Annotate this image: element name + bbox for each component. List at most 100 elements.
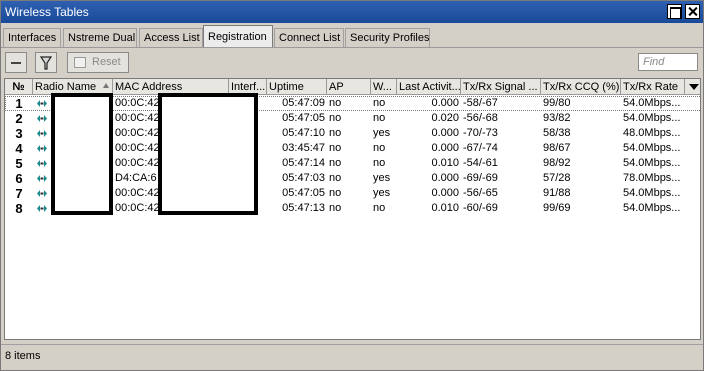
column-chooser-button[interactable] xyxy=(685,79,700,95)
wds-cell: no xyxy=(373,142,386,154)
uptime-cell: 05:47:05 xyxy=(282,187,325,199)
header-rate[interactable]: Tx/Rx Rate xyxy=(621,79,685,95)
rate-cell: 54.0Mbps... xyxy=(623,157,681,169)
rate-cell: 54.0Mbps... xyxy=(623,142,681,154)
wds-cell: no xyxy=(373,202,386,214)
header-last-activity[interactable]: Last Activit... xyxy=(397,79,461,95)
window-title: Wireless Tables xyxy=(5,5,89,19)
wireless-client-icon xyxy=(37,145,47,152)
reset-label: Reset xyxy=(92,56,121,68)
ccq-cell: 98/67 xyxy=(543,142,571,154)
wireless-client-icon xyxy=(37,205,47,212)
ap-cell: no xyxy=(329,157,342,169)
tab-access-list[interactable]: Access List xyxy=(139,28,203,47)
maximize-button[interactable] xyxy=(667,4,682,19)
status-bar: 8 items xyxy=(1,344,703,368)
ccq-cell: 93/82 xyxy=(543,112,571,124)
last-activity-cell: 0.000 xyxy=(431,187,459,199)
wireless-client-icon xyxy=(37,115,47,122)
header-number[interactable]: № xyxy=(5,79,33,95)
header-wds[interactable]: W... xyxy=(371,79,397,95)
wireless-client-icon xyxy=(37,100,47,107)
wds-cell: yes xyxy=(373,127,391,139)
header-ccq[interactable]: Tx/Rx CCQ (%) xyxy=(541,79,621,95)
rate-cell: 78.0Mbps... xyxy=(623,172,681,184)
uptime-cell: 05:47:05 xyxy=(282,112,325,124)
row-number: 4 xyxy=(15,141,23,156)
tab-interfaces[interactable]: Interfaces xyxy=(3,28,61,47)
signal-cell: -56/-65 xyxy=(463,187,498,199)
uptime-cell: 03:45:47 xyxy=(282,142,325,154)
wds-cell: no xyxy=(373,157,386,169)
signal-cell: -69/-69 xyxy=(463,172,498,184)
ccq-cell: 91/88 xyxy=(543,187,571,199)
wireless-tables-window: Wireless Tables Interfaces Nstreme Dual … xyxy=(0,0,704,371)
wireless-client-icon xyxy=(37,130,47,137)
row-number: 3 xyxy=(15,126,23,141)
tab-divider xyxy=(1,47,703,48)
row-number: 6 xyxy=(15,171,23,186)
tab-connect-list[interactable]: Connect List xyxy=(274,28,344,47)
ccq-cell: 57/28 xyxy=(543,172,571,184)
close-button[interactable] xyxy=(685,4,700,19)
ap-cell: no xyxy=(329,172,342,184)
rate-cell: 54.0Mbps... xyxy=(623,112,681,124)
header-uptime[interactable]: Uptime xyxy=(267,79,327,95)
header-ap[interactable]: AP xyxy=(327,79,371,95)
wds-cell: no xyxy=(373,112,386,124)
signal-cell: -56/-68 xyxy=(463,112,498,124)
wds-cell: no xyxy=(373,97,386,109)
header-signal[interactable]: Tx/Rx Signal ... xyxy=(461,79,541,95)
last-activity-cell: 0.010 xyxy=(431,157,459,169)
last-activity-cell: 0.010 xyxy=(431,202,459,214)
uptime-cell: 05:47:09 xyxy=(282,97,325,109)
reset-button[interactable]: Reset xyxy=(67,52,129,73)
item-count: 8 items xyxy=(5,350,41,362)
ap-cell: no xyxy=(329,142,342,154)
signal-cell: -60/-69 xyxy=(463,202,498,214)
ap-cell: no xyxy=(329,127,342,139)
header-radio-name-label: Radio Name xyxy=(35,81,97,93)
last-activity-cell: 0.020 xyxy=(431,112,459,124)
row-number: 5 xyxy=(15,156,23,171)
uptime-cell: 05:47:13 xyxy=(282,202,325,214)
row-number: 2 xyxy=(15,111,23,126)
registration-table: № Radio Name MAC Address Interf... Uptim… xyxy=(4,78,701,340)
ccq-cell: 98/92 xyxy=(543,157,571,169)
rate-cell: 54.0Mbps... xyxy=(623,202,681,214)
rate-cell: 48.0Mbps... xyxy=(623,127,681,139)
signal-cell: -54/-61 xyxy=(463,157,498,169)
find-input[interactable] xyxy=(638,53,698,71)
row-number: 1 xyxy=(15,96,23,111)
rate-cell: 54.0Mbps... xyxy=(623,187,681,199)
redaction-box xyxy=(51,93,113,215)
wireless-client-icon xyxy=(37,175,47,182)
tab-registration[interactable]: Registration xyxy=(203,25,273,48)
redaction-box xyxy=(158,93,258,215)
ccq-cell: 99/69 xyxy=(543,202,571,214)
ap-cell: no xyxy=(329,202,342,214)
title-bar[interactable]: Wireless Tables xyxy=(1,1,703,23)
wds-cell: yes xyxy=(373,172,391,184)
last-activity-cell: 0.000 xyxy=(431,172,459,184)
uptime-cell: 05:47:03 xyxy=(282,172,325,184)
filter-button[interactable] xyxy=(35,52,57,73)
ccq-cell: 99/80 xyxy=(543,97,571,109)
signal-cell: -58/-67 xyxy=(463,97,498,109)
wds-cell: yes xyxy=(373,187,391,199)
wireless-client-icon xyxy=(37,190,47,197)
ccq-cell: 58/38 xyxy=(543,127,571,139)
tab-security-profiles[interactable]: Security Profiles xyxy=(345,28,430,47)
remove-button[interactable] xyxy=(5,52,27,73)
row-number: 8 xyxy=(15,201,23,216)
last-activity-cell: 0.000 xyxy=(431,127,459,139)
last-activity-cell: 0.000 xyxy=(431,142,459,154)
filter-icon xyxy=(39,56,53,70)
wireless-client-icon xyxy=(37,160,47,167)
ap-cell: no xyxy=(329,97,342,109)
tab-nstreme-dual[interactable]: Nstreme Dual xyxy=(63,28,137,47)
toolbar: Reset xyxy=(1,49,703,77)
rate-cell: 54.0Mbps... xyxy=(623,97,681,109)
signal-cell: -67/-74 xyxy=(463,142,498,154)
sort-ascending-icon xyxy=(103,83,109,88)
